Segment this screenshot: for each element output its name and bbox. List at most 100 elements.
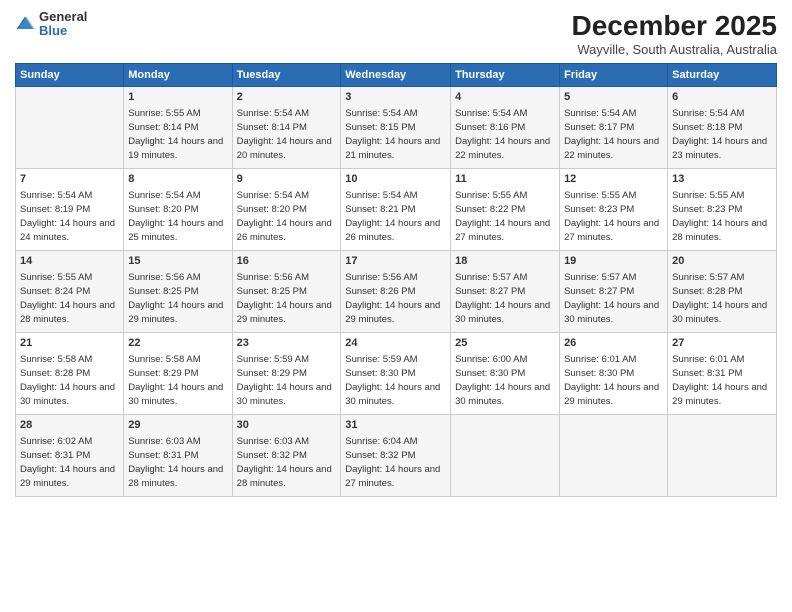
day-info: Sunrise: 5:54 AMSunset: 8:15 PMDaylight:… bbox=[345, 107, 446, 162]
weekday-header-friday: Friday bbox=[560, 64, 668, 87]
day-number: 27 bbox=[672, 336, 772, 351]
calendar-cell: 5 Sunrise: 5:54 AMSunset: 8:17 PMDaylight… bbox=[560, 87, 668, 169]
day-info: Sunrise: 6:01 AMSunset: 8:30 PMDaylight:… bbox=[564, 353, 663, 408]
calendar-cell: 9Sunrise: 5:54 AMSunset: 8:20 PMDaylight… bbox=[232, 169, 341, 251]
day-info: Sunrise: 5:55 AMSunset: 8:22 PMDaylight:… bbox=[455, 189, 555, 244]
calendar-cell: 1Sunrise: 5:55 AMSunset: 8:14 PMDaylight… bbox=[124, 87, 232, 169]
day-info: Sunrise: 5:56 AMSunset: 8:25 PMDaylight:… bbox=[128, 271, 227, 326]
calendar-cell: 28 Sunrise: 6:02 AMSunset: 8:31 PMDayligh… bbox=[16, 415, 124, 497]
day-number: 15 bbox=[128, 254, 227, 269]
day-number: 26 bbox=[564, 336, 663, 351]
day-number: 22 bbox=[128, 336, 227, 351]
day-info: Sunrise: 5:54 AMSunset: 8:19 PMDaylight:… bbox=[20, 189, 119, 244]
day-info: Sunrise: 5:58 AMSunset: 8:29 PMDaylight:… bbox=[128, 353, 227, 408]
calendar-cell: 8Sunrise: 5:54 AMSunset: 8:20 PMDaylight… bbox=[124, 169, 232, 251]
calendar-cell: 13 Sunrise: 5:55 AMSunset: 8:23 PMDayligh… bbox=[668, 169, 777, 251]
calendar-cell: 21Sunrise: 5:58 AMSunset: 8:28 PMDayligh… bbox=[16, 333, 124, 415]
day-info: Sunrise: 5:55 AMSunset: 8:23 PMDaylight:… bbox=[672, 189, 772, 244]
day-info: Sunrise: 6:03 AMSunset: 8:31 PMDaylight:… bbox=[128, 435, 227, 490]
day-number: 18 bbox=[455, 254, 555, 269]
weekday-row: SundayMondayTuesdayWednesdayThursdayFrid… bbox=[16, 64, 777, 87]
calendar-cell bbox=[16, 87, 124, 169]
calendar-cell: 27 Sunrise: 6:01 AMSunset: 8:31 PMDayligh… bbox=[668, 333, 777, 415]
day-info: Sunrise: 6:03 AMSunset: 8:32 PMDaylight:… bbox=[237, 435, 337, 490]
weekday-header-thursday: Thursday bbox=[451, 64, 560, 87]
week-row-1: 1Sunrise: 5:55 AMSunset: 8:14 PMDaylight… bbox=[16, 87, 777, 169]
day-number: 4 bbox=[455, 90, 555, 105]
calendar-body: 1Sunrise: 5:55 AMSunset: 8:14 PMDaylight… bbox=[16, 87, 777, 497]
title-block: December 2025 Wayville, South Australia,… bbox=[572, 10, 777, 57]
week-row-4: 21Sunrise: 5:58 AMSunset: 8:28 PMDayligh… bbox=[16, 333, 777, 415]
calendar-cell: 29 Sunrise: 6:03 AMSunset: 8:31 PMDayligh… bbox=[124, 415, 232, 497]
day-info: Sunrise: 6:00 AMSunset: 8:30 PMDaylight:… bbox=[455, 353, 555, 408]
day-number: 9 bbox=[237, 172, 337, 187]
weekday-header-tuesday: Tuesday bbox=[232, 64, 341, 87]
week-row-2: 7Sunrise: 5:54 AMSunset: 8:19 PMDaylight… bbox=[16, 169, 777, 251]
day-info: Sunrise: 5:54 AMSunset: 8:16 PMDaylight:… bbox=[455, 107, 555, 162]
day-info: Sunrise: 5:55 AMSunset: 8:24 PMDaylight:… bbox=[20, 271, 119, 326]
weekday-header-sunday: Sunday bbox=[16, 64, 124, 87]
day-info: Sunrise: 5:59 AMSunset: 8:29 PMDaylight:… bbox=[237, 353, 337, 408]
calendar-cell: 7Sunrise: 5:54 AMSunset: 8:19 PMDaylight… bbox=[16, 169, 124, 251]
calendar-cell: 26 Sunrise: 6:01 AMSunset: 8:30 PMDayligh… bbox=[560, 333, 668, 415]
calendar-cell: 2Sunrise: 5:54 AMSunset: 8:14 PMDaylight… bbox=[232, 87, 341, 169]
day-number: 3 bbox=[345, 90, 446, 105]
day-number: 30 bbox=[237, 418, 337, 433]
day-number: 6 bbox=[672, 90, 772, 105]
calendar-cell bbox=[451, 415, 560, 497]
day-info: Sunrise: 5:56 AMSunset: 8:26 PMDaylight:… bbox=[345, 271, 446, 326]
calendar-table: SundayMondayTuesdayWednesdayThursdayFrid… bbox=[15, 63, 777, 497]
week-row-5: 28 Sunrise: 6:02 AMSunset: 8:31 PMDayligh… bbox=[16, 415, 777, 497]
logo-general: General bbox=[39, 10, 87, 24]
day-number: 17 bbox=[345, 254, 446, 269]
day-number: 31 bbox=[345, 418, 446, 433]
day-number: 20 bbox=[672, 254, 772, 269]
day-number: 16 bbox=[237, 254, 337, 269]
calendar-cell: 30 Sunrise: 6:03 AMSunset: 8:32 PMDayligh… bbox=[232, 415, 341, 497]
calendar-cell: 24Sunrise: 5:59 AMSunset: 8:30 PMDayligh… bbox=[341, 333, 451, 415]
weekday-header-wednesday: Wednesday bbox=[341, 64, 451, 87]
day-number: 14 bbox=[20, 254, 119, 269]
day-number: 5 bbox=[564, 90, 663, 105]
calendar-cell: 15 Sunrise: 5:56 AMSunset: 8:25 PMDayligh… bbox=[124, 251, 232, 333]
day-info: Sunrise: 5:54 AMSunset: 8:21 PMDaylight:… bbox=[345, 189, 446, 244]
day-info: Sunrise: 5:59 AMSunset: 8:30 PMDaylight:… bbox=[345, 353, 446, 408]
calendar-cell: 19 Sunrise: 5:57 AMSunset: 8:27 PMDayligh… bbox=[560, 251, 668, 333]
day-info: Sunrise: 5:56 AMSunset: 8:25 PMDaylight:… bbox=[237, 271, 337, 326]
calendar-cell bbox=[668, 415, 777, 497]
day-number: 28 bbox=[20, 418, 119, 433]
calendar-cell: 6 Sunrise: 5:54 AMSunset: 8:18 PMDaylight… bbox=[668, 87, 777, 169]
day-info: Sunrise: 6:01 AMSunset: 8:31 PMDaylight:… bbox=[672, 353, 772, 408]
calendar-header: SundayMondayTuesdayWednesdayThursdayFrid… bbox=[16, 64, 777, 87]
calendar-cell: 16 Sunrise: 5:56 AMSunset: 8:25 PMDayligh… bbox=[232, 251, 341, 333]
calendar-cell: 10Sunrise: 5:54 AMSunset: 8:21 PMDayligh… bbox=[341, 169, 451, 251]
subtitle: Wayville, South Australia, Australia bbox=[572, 42, 777, 57]
calendar-cell bbox=[560, 415, 668, 497]
day-number: 29 bbox=[128, 418, 227, 433]
day-number: 13 bbox=[672, 172, 772, 187]
day-info: Sunrise: 6:02 AMSunset: 8:31 PMDaylight:… bbox=[20, 435, 119, 490]
calendar-cell: 18 Sunrise: 5:57 AMSunset: 8:27 PMDayligh… bbox=[451, 251, 560, 333]
calendar-cell: 11Sunrise: 5:55 AMSunset: 8:22 PMDayligh… bbox=[451, 169, 560, 251]
calendar-cell: 3 Sunrise: 5:54 AMSunset: 8:15 PMDaylight… bbox=[341, 87, 451, 169]
day-info: Sunrise: 5:54 AMSunset: 8:17 PMDaylight:… bbox=[564, 107, 663, 162]
calendar-cell: 12 Sunrise: 5:55 AMSunset: 8:23 PMDayligh… bbox=[560, 169, 668, 251]
day-info: Sunrise: 5:54 AMSunset: 8:18 PMDaylight:… bbox=[672, 107, 772, 162]
day-info: Sunrise: 6:04 AMSunset: 8:32 PMDaylight:… bbox=[345, 435, 446, 490]
day-info: Sunrise: 5:57 AMSunset: 8:28 PMDaylight:… bbox=[672, 271, 772, 326]
day-info: Sunrise: 5:57 AMSunset: 8:27 PMDaylight:… bbox=[564, 271, 663, 326]
day-number: 12 bbox=[564, 172, 663, 187]
day-number: 19 bbox=[564, 254, 663, 269]
logo-blue: Blue bbox=[39, 24, 87, 38]
calendar-cell: 22 Sunrise: 5:58 AMSunset: 8:29 PMDayligh… bbox=[124, 333, 232, 415]
day-number: 8 bbox=[128, 172, 227, 187]
calendar-cell: 4 Sunrise: 5:54 AMSunset: 8:16 PMDaylight… bbox=[451, 87, 560, 169]
day-info: Sunrise: 5:55 AMSunset: 8:23 PMDaylight:… bbox=[564, 189, 663, 244]
weekday-header-monday: Monday bbox=[124, 64, 232, 87]
day-number: 25 bbox=[455, 336, 555, 351]
calendar-cell: 20 Sunrise: 5:57 AMSunset: 8:28 PMDayligh… bbox=[668, 251, 777, 333]
calendar-page: General Blue December 2025 Wayville, Sou… bbox=[0, 0, 792, 612]
day-number: 21 bbox=[20, 336, 119, 351]
day-info: Sunrise: 5:57 AMSunset: 8:27 PMDaylight:… bbox=[455, 271, 555, 326]
day-info: Sunrise: 5:54 AMSunset: 8:14 PMDaylight:… bbox=[237, 107, 337, 162]
